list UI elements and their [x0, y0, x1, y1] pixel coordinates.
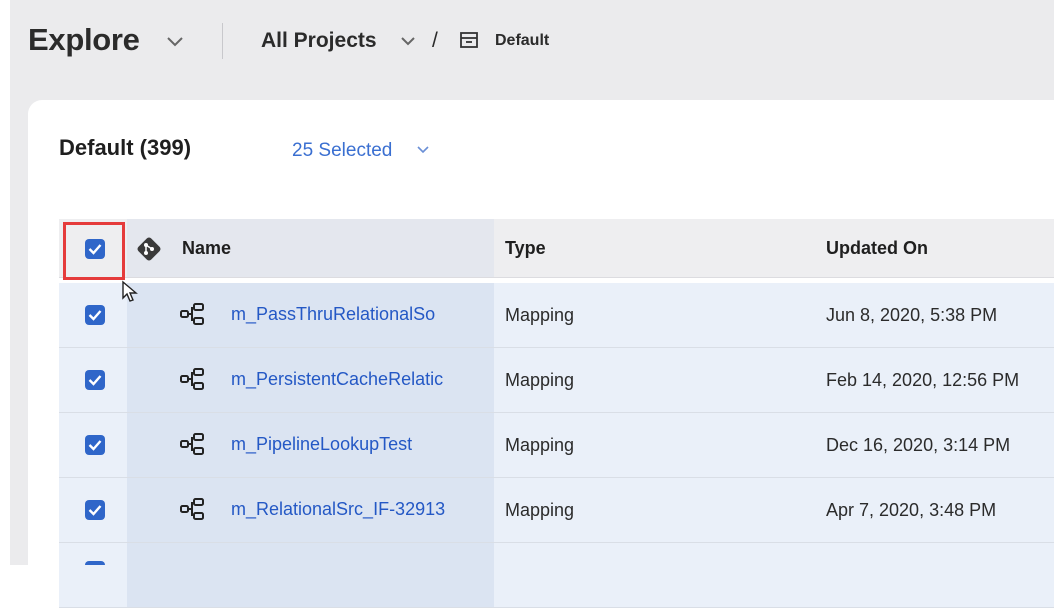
table-row[interactable]	[59, 543, 1054, 608]
row-checkbox[interactable]	[85, 561, 105, 565]
mouse-cursor-icon	[122, 280, 138, 302]
updated-on-cell: Feb 14, 2020, 12:56 PM	[826, 370, 1020, 390]
checkmark-icon	[88, 505, 102, 516]
breadcrumb-separator: /	[432, 29, 438, 52]
chevron-down-icon[interactable]	[400, 36, 416, 47]
breadcrumb-all-projects[interactable]: All Projects	[261, 29, 377, 53]
type-cell: Mapping	[505, 500, 575, 520]
page-title[interactable]: Explore	[28, 22, 140, 58]
mapping-name-link[interactable]: m_RelationalSrc_IF-32913	[231, 499, 473, 520]
checkmark-icon	[88, 310, 102, 321]
chevron-down-icon[interactable]	[166, 36, 184, 48]
type-cell: Mapping	[505, 370, 575, 390]
highlight-annotation	[63, 222, 125, 280]
git-icon	[137, 237, 161, 261]
selection-dropdown[interactable]: 25 Selected	[292, 140, 392, 162]
column-header-type[interactable]: Type	[505, 238, 546, 259]
mapping-icon	[180, 433, 204, 455]
checkmark-icon	[88, 440, 102, 451]
folder-title: Default (399)	[59, 135, 192, 160]
row-checkbox[interactable]	[85, 370, 105, 390]
name-cell-bg	[127, 543, 494, 607]
row-checkbox[interactable]	[85, 435, 105, 455]
mapping-icon	[180, 303, 204, 325]
mapping-name-link[interactable]: m_PipelineLookupTest	[231, 434, 473, 455]
chevron-down-icon[interactable]	[417, 146, 429, 154]
folder-icon	[460, 32, 478, 48]
breadcrumb-current-folder[interactable]: Default	[495, 32, 549, 50]
row-checkbox[interactable]	[85, 500, 105, 520]
row-checkbox[interactable]	[85, 305, 105, 325]
column-header-name[interactable]: Name	[182, 238, 231, 259]
column-header-updated-on[interactable]: Updated On	[826, 238, 928, 259]
type-cell: Mapping	[505, 435, 575, 455]
header-divider	[222, 23, 223, 59]
mapping-icon	[180, 368, 204, 390]
mapping-name-link[interactable]: m_PassThruRelationalSo	[231, 304, 473, 325]
type-cell: Mapping	[505, 305, 575, 325]
checkmark-icon	[88, 375, 102, 386]
updated-on-cell: Apr 7, 2020, 3:48 PM	[826, 500, 997, 520]
mapping-name-link[interactable]: m_PersistentCacheRelatic	[231, 369, 473, 390]
mapping-icon	[180, 498, 204, 520]
updated-on-cell: Jun 8, 2020, 5:38 PM	[826, 305, 998, 325]
updated-on-cell: Dec 16, 2020, 3:14 PM	[826, 435, 1011, 455]
